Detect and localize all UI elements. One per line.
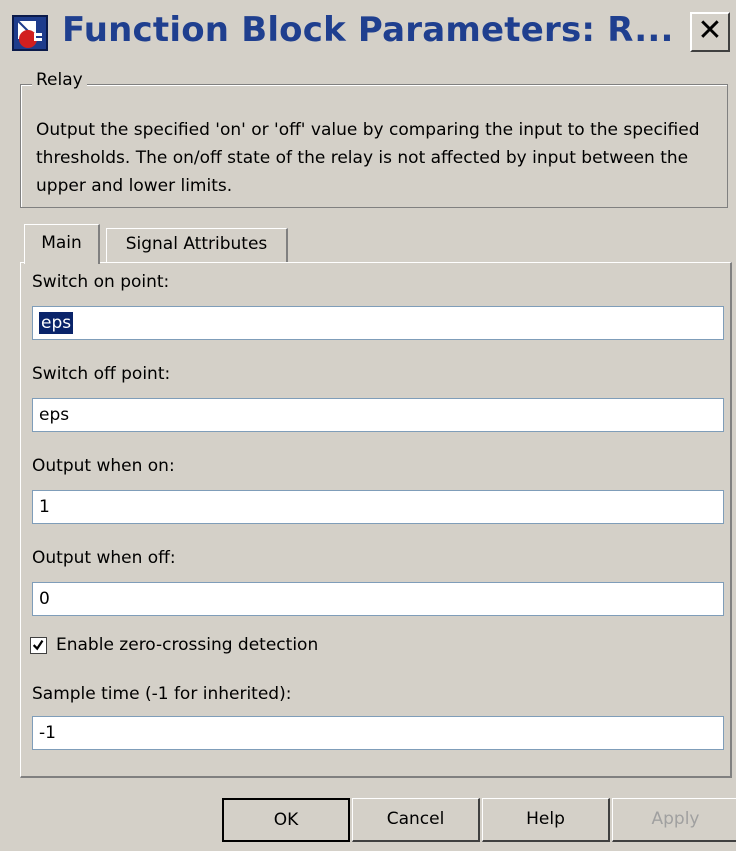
tab-main[interactable]: Main: [24, 224, 100, 264]
zero-crossing-label[interactable]: Enable zero-crossing detection: [56, 635, 318, 655]
sample-time-label: Sample time (-1 for inherited):: [32, 684, 292, 704]
sample-time-field[interactable]: -1: [32, 716, 724, 750]
simulink-block-icon: [12, 15, 48, 51]
output-on-field[interactable]: 1: [32, 490, 724, 524]
output-on-value: 1: [39, 497, 50, 517]
output-on-label: Output when on:: [32, 456, 175, 476]
help-button[interactable]: Help: [482, 798, 610, 842]
output-off-field[interactable]: 0: [32, 582, 724, 616]
tab-signal-attributes[interactable]: Signal Attributes: [106, 228, 288, 262]
checkmark-icon: [32, 640, 44, 651]
apply-button[interactable]: Apply: [612, 798, 736, 842]
group-title: Relay: [32, 70, 87, 90]
close-button[interactable]: ✕: [690, 12, 730, 52]
switch-on-field[interactable]: eps: [32, 306, 724, 340]
switch-on-label: Switch on point:: [32, 272, 170, 292]
title-bar: Function Block Parameters: R... ✕: [0, 0, 736, 68]
switch-off-field[interactable]: eps: [32, 398, 724, 432]
sample-time-value: -1: [39, 723, 56, 743]
output-off-value: 0: [39, 589, 50, 609]
zero-crossing-checkbox[interactable]: [30, 637, 47, 654]
switch-off-label: Switch off point:: [32, 364, 171, 384]
ok-button[interactable]: OK: [222, 798, 350, 842]
switch-off-value: eps: [39, 405, 70, 425]
block-description: Output the specified 'on' or 'off' value…: [36, 120, 700, 196]
cancel-button[interactable]: Cancel: [352, 798, 480, 842]
output-off-label: Output when off:: [32, 548, 176, 568]
window-title: Function Block Parameters: R...: [62, 10, 674, 50]
switch-on-value: eps: [39, 312, 74, 334]
close-icon: ✕: [697, 13, 723, 48]
